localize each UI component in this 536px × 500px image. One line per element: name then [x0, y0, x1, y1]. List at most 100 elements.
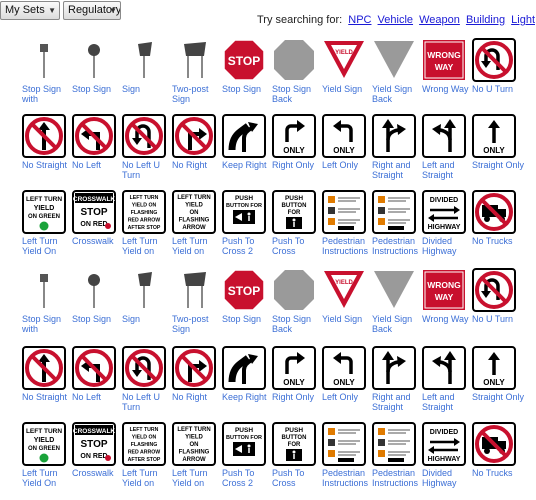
svg-text:FLASHING: FLASHING: [179, 450, 210, 456]
asset-tile[interactable]: CROSSWALK STOP ON RED Crosswalk: [72, 422, 122, 496]
asset-tile[interactable]: Right and Straight: [372, 346, 422, 420]
svg-text:FLASHING: FLASHING: [131, 442, 158, 448]
asset-tile[interactable]: No Left U Turn: [122, 346, 172, 420]
asset-tile[interactable]: LEFT TURN YIELD ON FLASHING ARROW Left Turn Y…: [172, 422, 222, 496]
asset-tile[interactable]: LEFT TURN YIELD ON GREEN Left Turn Yield On: [22, 190, 72, 264]
stop-sign-model-icon: [72, 268, 116, 312]
asset-label: No Trucks: [472, 468, 513, 478]
asset-label: No U Turn: [472, 84, 514, 94]
asset-tile[interactable]: STOP Stop Sign: [222, 268, 272, 342]
asset-tile[interactable]: Stop Sign Back: [272, 38, 322, 112]
asset-tile[interactable]: Keep Right: [222, 346, 272, 420]
suggestion-link-npc[interactable]: NPC: [348, 14, 371, 26]
set-select[interactable]: My Sets ▼: [0, 1, 60, 20]
yield-sign-back-icon: [374, 271, 414, 308]
asset-tile[interactable]: Keep Right: [222, 114, 272, 188]
asset-tile[interactable]: No Left U Turn: [122, 114, 172, 188]
asset-tile[interactable]: Left and Straight: [422, 346, 472, 420]
svg-text:YIELD ON: YIELD ON: [132, 203, 157, 209]
asset-tile[interactable]: Sign: [122, 38, 172, 112]
asset-tile[interactable]: Pedestrian Instructions: [322, 190, 372, 264]
suggestion-link-vehicle[interactable]: Vehicle: [378, 14, 413, 26]
asset-tile[interactable]: Stop Sign: [72, 268, 122, 342]
svg-text:ONLY: ONLY: [283, 146, 305, 155]
asset-tile[interactable]: Stop Sign with: [22, 38, 72, 112]
asset-tile[interactable]: LEFT TURN YIELD ON FLASHING RED ARROW AFTER …: [122, 422, 172, 496]
suggestion-link-light[interactable]: Light: [511, 14, 535, 26]
asset-tile[interactable]: No U Turn: [472, 268, 522, 342]
asset-tile[interactable]: Pedestrian Instructions: [322, 422, 372, 496]
asset-tile[interactable]: STOP Stop Sign: [222, 38, 272, 112]
asset-tile[interactable]: No Straight: [22, 114, 72, 188]
asset-tile[interactable]: ONLY Left Only: [322, 114, 372, 188]
two-post-sign-icon: [172, 268, 216, 312]
asset-tile[interactable]: PUSH BUTTON FOR Push To Cross 2: [222, 422, 272, 496]
asset-tile[interactable]: Yield Sign Back: [372, 268, 422, 342]
left-only-icon: ONLY: [322, 346, 366, 390]
asset-tile[interactable]: PUSH BUTTON FOR Push To Cross 2: [222, 190, 272, 264]
stop-sign-icon: STOP: [222, 268, 266, 312]
asset-tile[interactable]: Sign: [122, 268, 172, 342]
asset-tile[interactable]: YIELD Yield Sign: [322, 268, 372, 342]
asset-tile[interactable]: ONLY Straight Only: [472, 346, 524, 420]
asset-tile[interactable]: WRONG WAY Wrong Way: [422, 268, 472, 342]
asset-tile[interactable]: No U Turn: [472, 38, 522, 112]
asset-label: No Left U Turn: [122, 160, 161, 180]
stop-sign-with-icon: [22, 268, 66, 312]
asset-tile[interactable]: No Trucks: [472, 190, 522, 264]
asset-tile[interactable]: DIVIDED HIGHWAY Divided Highway: [422, 190, 472, 264]
asset-tile[interactable]: LEFT TURN YIELD ON GREEN Left Turn Yield On: [22, 422, 72, 496]
svg-text:YIELD: YIELD: [335, 50, 353, 56]
asset-tile[interactable]: Left and Straight: [422, 114, 472, 188]
svg-text:WRONG: WRONG: [427, 280, 461, 290]
yield-sign-back-icon: [372, 268, 416, 312]
asset-label: Stop Sign: [72, 84, 112, 94]
asset-label: Left Turn Yield on: [122, 236, 158, 256]
asset-tile[interactable]: Two-post Sign: [172, 268, 222, 342]
asset-tile[interactable]: DIVIDED HIGHWAY Divided Highway: [422, 422, 472, 496]
left-turn-yield-on-green-icon: LEFT TURN YIELD ON GREEN: [22, 190, 66, 234]
asset-tile[interactable]: Yield Sign Back: [372, 38, 422, 112]
asset-tile[interactable]: LEFT TURN YIELD ON FLASHING RED ARROW AFTER …: [122, 190, 172, 264]
no-right-icon: [172, 346, 216, 390]
asset-label: Push To Cross 2: [222, 468, 255, 488]
no-left-u-turn-icon: [122, 114, 166, 158]
asset-tile[interactable]: No Right: [172, 114, 222, 188]
asset-tile[interactable]: Stop Sign with: [22, 268, 72, 342]
left-and-straight-icon: [422, 114, 466, 158]
asset-tile[interactable]: Two-post Sign: [172, 38, 222, 112]
svg-text:LEFT TURN: LEFT TURN: [130, 427, 159, 433]
asset-tile[interactable]: PUSH BUTTON FOR Push To Cross: [272, 190, 322, 264]
asset-tile[interactable]: ONLY Right Only: [272, 114, 322, 188]
asset-tile[interactable]: Right and Straight: [372, 114, 422, 188]
asset-tile[interactable]: No Straight: [22, 346, 72, 420]
asset-tile[interactable]: ONLY Left Only: [322, 346, 372, 420]
asset-tile[interactable]: Stop Sign Back: [272, 268, 322, 342]
asset-tile[interactable]: CROSSWALK STOP ON RED Crosswalk: [72, 190, 122, 264]
asset-tile[interactable]: No Left: [72, 346, 122, 420]
asset-tile[interactable]: ONLY Right Only: [272, 346, 322, 420]
asset-tile[interactable]: Pedestrian Instructions: [372, 190, 422, 264]
asset-tile[interactable]: Stop Sign: [72, 38, 122, 112]
left-and-straight-icon: [422, 346, 466, 390]
asset-tile[interactable]: No Left: [72, 114, 122, 188]
asset-label: No Left U Turn: [122, 392, 161, 412]
no-right-icon: [172, 346, 216, 390]
asset-tile[interactable]: No Right: [172, 346, 222, 420]
asset-tile[interactable]: No Trucks: [472, 422, 522, 496]
asset-tile[interactable]: YIELD Yield Sign: [322, 38, 372, 112]
suggestion-link-weapon[interactable]: Weapon: [419, 14, 460, 26]
no-straight-icon: [22, 346, 66, 390]
suggestion-link-building[interactable]: Building: [466, 14, 505, 26]
asset-tile[interactable]: LEFT TURN YIELD ON FLASHING ARROW Left Turn Y…: [172, 190, 222, 264]
type-select[interactable]: Regulatory S ▼: [63, 1, 121, 20]
yield-sign-back-icon: [374, 41, 414, 78]
asset-tile[interactable]: WRONG WAY Wrong Way: [422, 38, 472, 112]
asset-tile[interactable]: ONLY Straight Only: [472, 114, 524, 188]
svg-text:ON GREEN: ON GREEN: [28, 214, 60, 220]
asset-label: Right Only: [272, 392, 315, 402]
asset-tile[interactable]: Pedestrian Instructions: [372, 422, 422, 496]
asset-tile[interactable]: PUSH BUTTON FOR Push To Cross: [272, 422, 322, 496]
asset-label: No Trucks: [472, 236, 513, 246]
svg-text:STOP: STOP: [80, 207, 107, 218]
